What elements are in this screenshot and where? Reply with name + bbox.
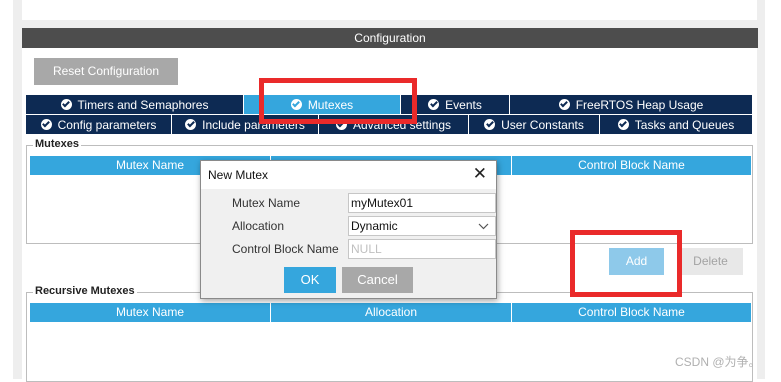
- check-circle-icon: [428, 99, 440, 110]
- cancel-button[interactable]: Cancel: [342, 267, 413, 293]
- recursive-mutexes-table-header: Mutex Name Allocation Control Block Name: [30, 303, 751, 322]
- tab-tasks-and-queues[interactable]: Tasks and Queues: [600, 115, 752, 134]
- top-panel: [22, 0, 757, 20]
- mutexes-legend: Mutexes: [33, 138, 82, 150]
- mutex-name-input[interactable]: myMutex01: [348, 193, 496, 213]
- column-header-control-block-name[interactable]: Control Block Name: [512, 156, 751, 175]
- column-header-mutex-name[interactable]: Mutex Name: [30, 303, 271, 322]
- check-circle-icon: [558, 99, 570, 110]
- check-circle-icon: [484, 119, 496, 130]
- recursive-mutexes-legend: Recursive Mutexes: [33, 285, 137, 297]
- tab-freertos-heap-usage[interactable]: FreeRTOS Heap Usage: [510, 95, 752, 114]
- column-header-allocation[interactable]: Allocation: [271, 303, 512, 322]
- tab-events[interactable]: Events: [401, 95, 510, 114]
- column-header-control-block-name[interactable]: Control Block Name: [512, 303, 751, 322]
- control-block-name-placeholder: NULL: [351, 242, 382, 256]
- new-mutex-dialog: New Mutex ✕ Mutex Name myMutex01 Allocat…: [200, 160, 497, 299]
- tab-timers-and-semaphores[interactable]: Timers and Semaphores: [26, 95, 244, 114]
- recursive-mutexes-group: Recursive Mutexes Mutex Name Allocation …: [26, 285, 753, 382]
- highlight-box-add-button: [570, 230, 682, 297]
- check-circle-icon: [617, 119, 629, 130]
- tab-label: User Constants: [501, 117, 584, 132]
- allocation-select[interactable]: Dynamic: [348, 216, 496, 236]
- check-circle-icon: [60, 99, 72, 110]
- left-scroll-rail: [13, 28, 22, 379]
- dialog-title-bar: New Mutex ✕: [201, 161, 496, 189]
- tab-config-parameters[interactable]: Config parameters: [26, 115, 172, 134]
- delete-button: Delete: [678, 248, 743, 275]
- check-circle-icon: [185, 119, 197, 130]
- tab-label: FreeRTOS Heap Usage: [575, 97, 704, 112]
- ok-button[interactable]: OK: [284, 267, 336, 293]
- right-scroll-rail[interactable]: [757, 28, 765, 379]
- chevron-down-icon: [478, 223, 489, 230]
- highlight-box-mutexes-tab: [259, 78, 417, 124]
- close-icon[interactable]: ✕: [473, 164, 487, 184]
- tab-label: Tasks and Queues: [634, 117, 735, 132]
- configuration-header: Configuration: [22, 28, 758, 48]
- allocation-label: Allocation: [232, 219, 285, 233]
- allocation-value: Dynamic: [351, 219, 398, 233]
- mutex-name-value: myMutex01: [351, 196, 414, 210]
- tab-label: Config parameters: [57, 117, 157, 132]
- watermark: CSDN @为争。: [675, 355, 761, 369]
- dialog-title: New Mutex: [208, 168, 269, 182]
- check-circle-icon: [40, 119, 52, 130]
- reset-configuration-button[interactable]: Reset Configuration: [34, 58, 178, 85]
- recursive-mutexes-table-body[interactable]: [30, 322, 751, 380]
- control-block-name-label: Control Block Name: [232, 242, 339, 256]
- mutex-name-label: Mutex Name: [232, 196, 301, 210]
- control-block-name-input[interactable]: NULL: [348, 239, 496, 259]
- tab-label: Events: [445, 97, 482, 112]
- tab-label: Timers and Semaphores: [77, 97, 209, 112]
- tab-user-constants[interactable]: User Constants: [469, 115, 600, 134]
